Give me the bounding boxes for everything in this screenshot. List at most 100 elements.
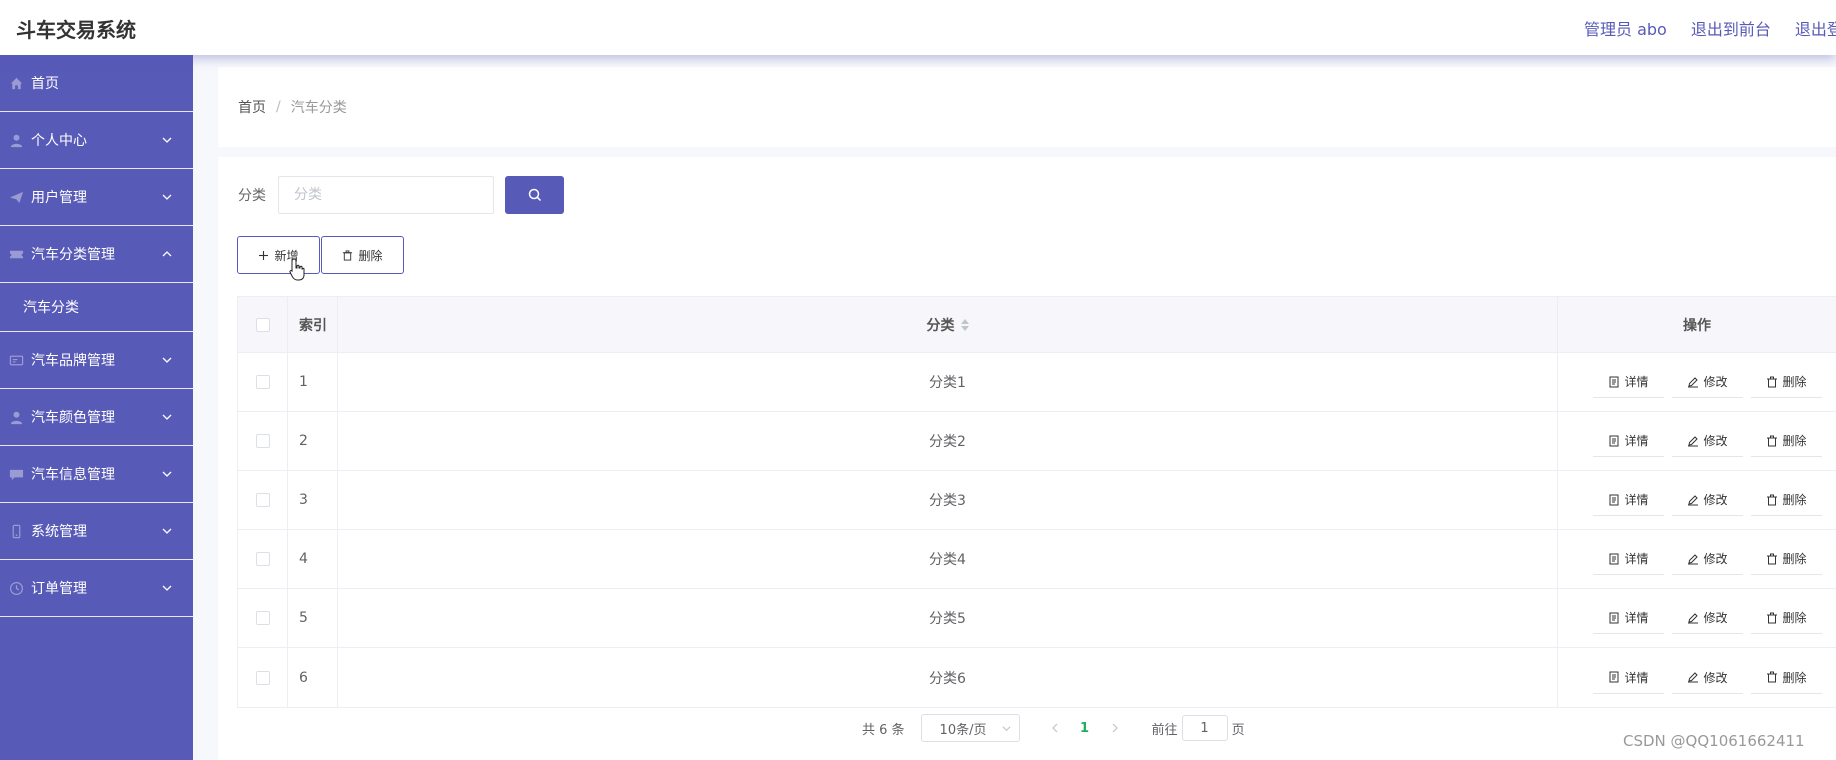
column-header-index: 索引 [288, 297, 338, 352]
column-header-category[interactable]: 分类 [338, 297, 1558, 352]
detail-button-label: 详情 [1624, 552, 1649, 566]
trash-icon [1767, 376, 1778, 387]
sidebar-item-car-category-mgmt[interactable]: 汽车分类管理 [0, 226, 193, 283]
row-delete-button-label: 删除 [1782, 375, 1807, 389]
edit-icon [1688, 612, 1699, 623]
sidebar-item-label: 系统管理 [31, 524, 87, 540]
ticket-icon [8, 246, 24, 262]
row-checkbox[interactable] [255, 611, 270, 625]
select-all-checkbox[interactable] [255, 317, 270, 332]
exit-to-front-link[interactable]: 退出到前台 [1691, 16, 1771, 40]
edit-button[interactable]: 修改 [1672, 425, 1743, 457]
edit-icon [1688, 672, 1699, 683]
detail-button-label: 详情 [1624, 375, 1649, 389]
table-row: 4 分类4 详情 修改 删除 [238, 530, 1836, 589]
goto-page-input[interactable] [1181, 715, 1228, 741]
edit-button[interactable]: 修改 [1672, 366, 1743, 398]
edit-icon [1688, 435, 1699, 446]
sidebar: 首页 个人中心 用户管理 汽车分类管理 汽车分类 汽车品牌管理 汽车颜色管理 汽… [0, 55, 193, 760]
row-checkbox[interactable] [255, 670, 270, 685]
detail-button[interactable]: 详情 [1593, 543, 1664, 575]
next-page-button[interactable] [1100, 723, 1130, 733]
sidebar-item-order-mgmt[interactable]: 订单管理 [0, 560, 193, 617]
cell-ops: 详情 修改 删除 [1558, 412, 1836, 470]
edit-icon [1688, 553, 1699, 564]
document-icon [1609, 376, 1619, 387]
search-label: 分类 [238, 188, 266, 204]
document-icon [1609, 494, 1619, 505]
sidebar-item-car-color-mgmt[interactable]: 汽车颜色管理 [0, 389, 193, 446]
search-button[interactable] [505, 176, 564, 214]
sidebar-item-label: 汽车颜色管理 [31, 410, 115, 426]
sidebar-item-system-mgmt[interactable]: 系统管理 [0, 503, 193, 560]
cell-category: 分类5 [338, 589, 1558, 647]
detail-button[interactable]: 详情 [1593, 425, 1664, 457]
sidebar-item-users[interactable]: 用户管理 [0, 169, 193, 226]
row-delete-button-label: 删除 [1782, 493, 1807, 507]
detail-button[interactable]: 详情 [1593, 602, 1664, 634]
trash-icon [1767, 553, 1778, 564]
row-checkbox[interactable] [255, 493, 270, 507]
sidebar-item-profile[interactable]: 个人中心 [0, 112, 193, 169]
cell-index: 5 [288, 589, 338, 647]
sidebar-item-home[interactable]: 首页 [0, 55, 193, 112]
row-delete-button[interactable]: 删除 [1751, 366, 1822, 398]
sidebar-subitem-car-category[interactable]: 汽车分类 [0, 283, 193, 332]
row-checkbox[interactable] [255, 552, 270, 566]
detail-button[interactable]: 详情 [1593, 661, 1664, 694]
edit-button[interactable]: 修改 [1672, 543, 1743, 575]
action-buttons: 新增 删除 [237, 236, 404, 274]
table-row: 5 分类5 详情 修改 删除 [238, 589, 1836, 648]
document-icon [1609, 612, 1619, 623]
row-delete-button[interactable]: 删除 [1751, 425, 1822, 457]
page-size-select[interactable]: 10条/页 [920, 714, 1020, 742]
search-form: 分类 [238, 176, 564, 214]
edit-button[interactable]: 修改 [1672, 484, 1743, 516]
batch-delete-button[interactable]: 删除 [321, 236, 404, 274]
prev-page-button[interactable] [1040, 723, 1070, 733]
cell-category: 分类2 [338, 412, 1558, 470]
chevron-down-icon [162, 528, 172, 534]
add-button[interactable]: 新增 [237, 236, 320, 274]
sort-icon[interactable] [960, 318, 969, 331]
row-checkbox[interactable] [255, 375, 270, 389]
cell-category: 分类1 [338, 353, 1558, 411]
cell-index: 2 [288, 412, 338, 470]
pagination: 共 6 条 10条/页 1 前往 页 [862, 714, 1245, 742]
row-delete-button[interactable]: 删除 [1751, 602, 1822, 634]
edit-button[interactable]: 修改 [1672, 602, 1743, 634]
page-number-current[interactable]: 1 [1070, 721, 1100, 736]
detail-button-label: 详情 [1624, 493, 1649, 507]
breadcrumb-home[interactable]: 首页 [238, 97, 266, 117]
search-icon [528, 188, 541, 202]
detail-button[interactable]: 详情 [1593, 366, 1664, 398]
document-icon [1609, 553, 1619, 564]
edit-button[interactable]: 修改 [1672, 661, 1743, 694]
chevron-down-icon [162, 471, 172, 477]
row-delete-button[interactable]: 删除 [1751, 484, 1822, 516]
logout-link[interactable]: 退出登录 [1795, 16, 1836, 40]
cell-ops: 详情 修改 删除 [1558, 353, 1836, 411]
chevron-up-icon [162, 251, 172, 257]
cell-ops: 详情 修改 删除 [1558, 589, 1836, 647]
sidebar-item-car-info-mgmt[interactable]: 汽车信息管理 [0, 446, 193, 503]
sidebar-item-label: 订单管理 [31, 581, 87, 597]
row-checkbox[interactable] [255, 434, 270, 448]
home-icon [8, 75, 24, 91]
sidebar-item-car-brand-mgmt[interactable]: 汽车品牌管理 [0, 332, 193, 389]
chevron-right-icon [1112, 723, 1118, 733]
trash-icon [1767, 435, 1778, 446]
edit-button-label: 修改 [1703, 375, 1728, 389]
row-delete-button[interactable]: 删除 [1751, 661, 1822, 694]
detail-button[interactable]: 详情 [1593, 484, 1664, 516]
search-input[interactable] [278, 176, 494, 214]
cell-ops: 详情 修改 删除 [1558, 471, 1836, 529]
document-icon [1609, 671, 1619, 683]
cell-index: 3 [288, 471, 338, 529]
trash-icon [1767, 671, 1778, 683]
card-icon [8, 352, 24, 368]
admin-user-label[interactable]: 管理员 abo [1584, 16, 1667, 40]
row-select-cell [238, 648, 288, 707]
watermark: CSDN @QQ1061662411 [1623, 732, 1805, 750]
row-delete-button[interactable]: 删除 [1751, 543, 1822, 575]
